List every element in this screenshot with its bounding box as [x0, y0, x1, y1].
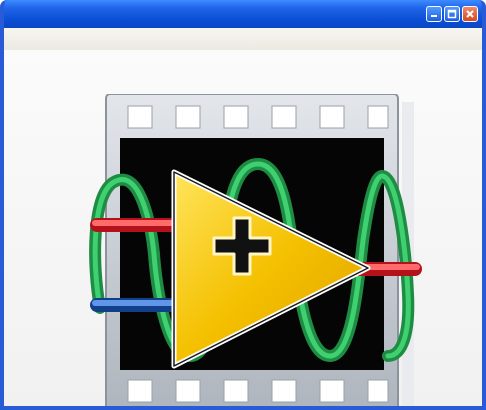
- window-controls: [426, 6, 478, 22]
- close-icon: [466, 10, 474, 18]
- labview-add-function-icon: [89, 94, 422, 406]
- diagram-canvas: [4, 50, 482, 406]
- maximize-button[interactable]: [444, 6, 460, 22]
- app-window: [0, 0, 486, 410]
- maximize-icon: [447, 9, 457, 19]
- minimize-icon: [431, 15, 437, 17]
- toolbar-strip: [4, 28, 482, 51]
- close-button[interactable]: [462, 6, 478, 22]
- input-wire-a: [90, 218, 180, 232]
- window-client-area: [4, 28, 482, 406]
- minimize-button[interactable]: [426, 6, 442, 22]
- title-bar[interactable]: [4, 0, 482, 28]
- input-wire-b: [90, 298, 180, 312]
